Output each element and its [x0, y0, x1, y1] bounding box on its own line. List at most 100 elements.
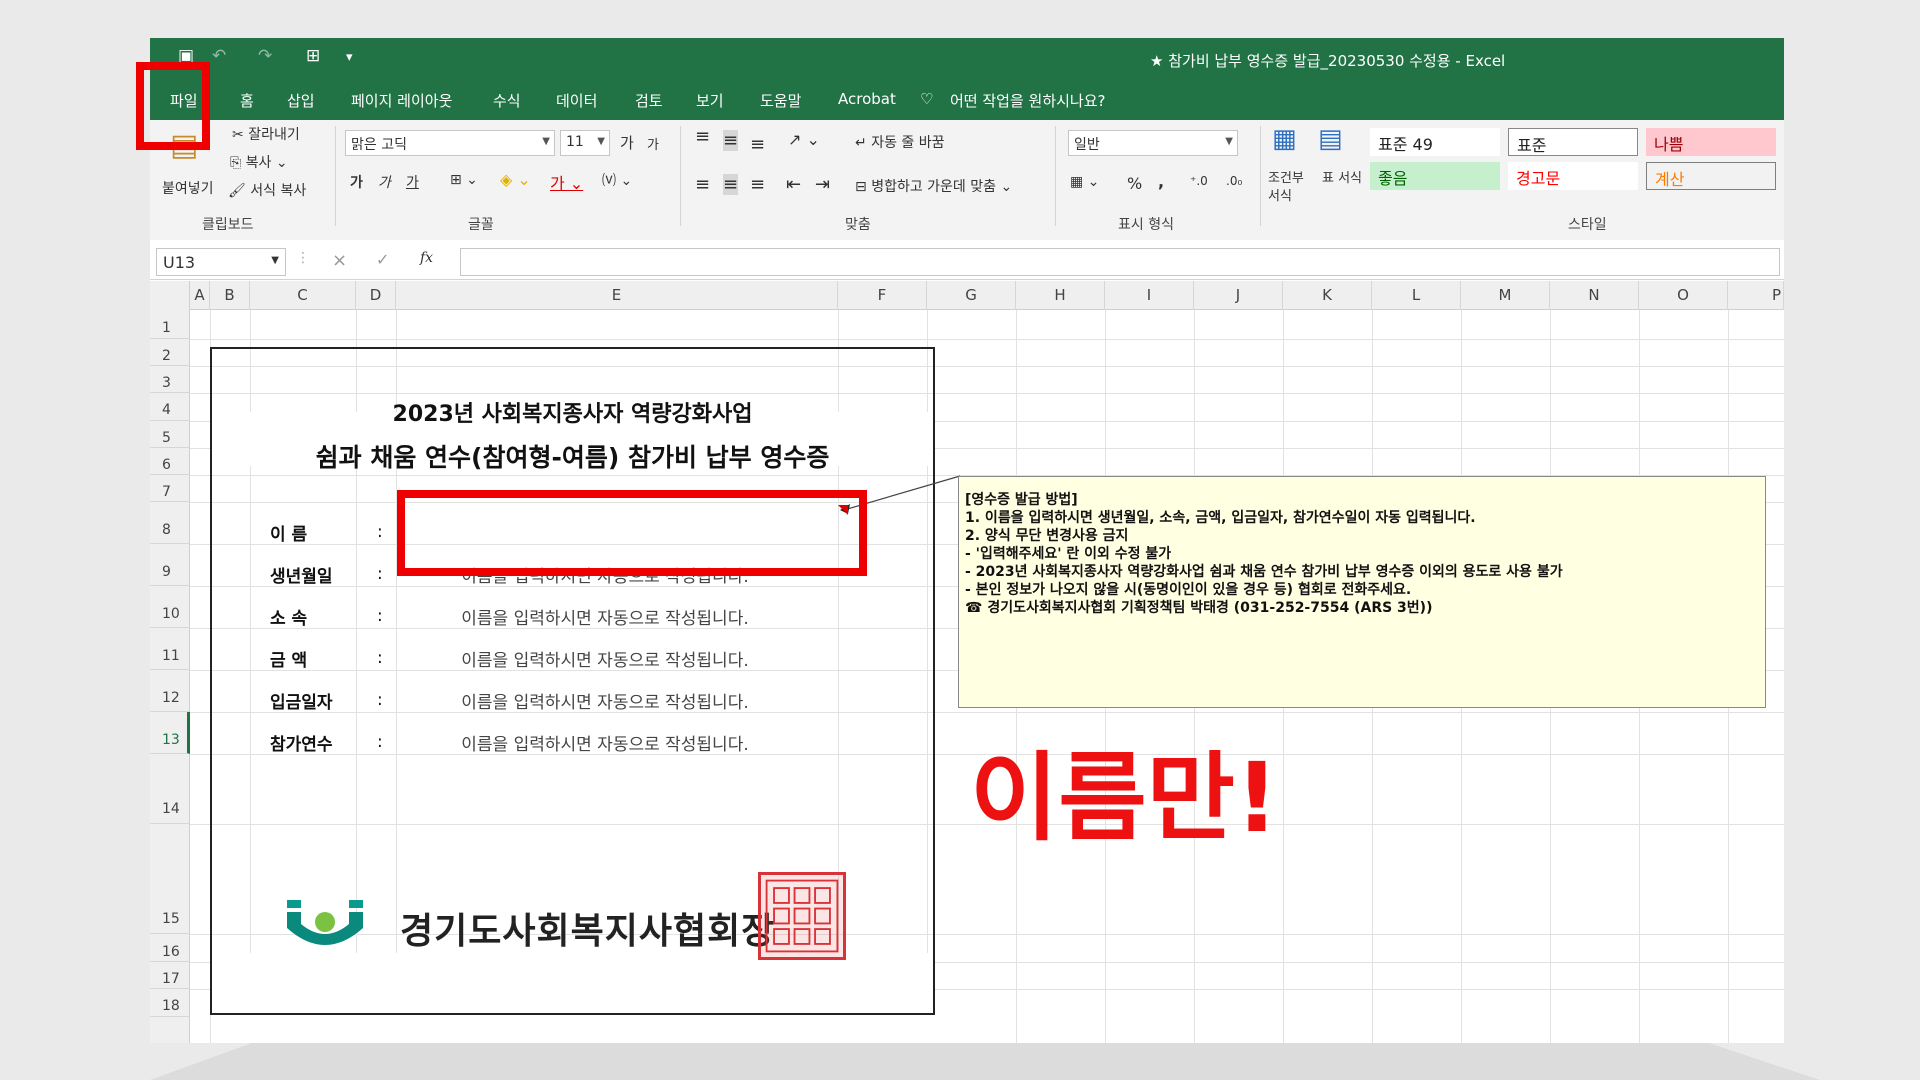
tell-me-search[interactable]: 어떤 작업을 원하시나요?: [950, 90, 1106, 111]
paste-button[interactable]: 붙여넣기: [162, 178, 214, 198]
style-bad[interactable]: 나쁨: [1646, 128, 1776, 156]
qat-customize-icon[interactable]: ▾: [346, 50, 353, 65]
increase-indent-icon[interactable]: ⇥: [815, 174, 830, 195]
cut-button[interactable]: ✂ 잘라내기: [232, 124, 300, 144]
row-header-11[interactable]: 11: [150, 628, 190, 670]
form-icon[interactable]: ⊞: [306, 46, 320, 66]
format-table-icon[interactable]: ▤: [1318, 124, 1343, 154]
separator: [1055, 126, 1056, 226]
percent-button[interactable]: %: [1127, 174, 1142, 193]
decrease-indent-icon[interactable]: ⇤: [786, 174, 801, 195]
tab-acrobat[interactable]: Acrobat: [838, 90, 896, 108]
font-color-icon[interactable]: 가 ⌄: [550, 170, 583, 194]
tab-insert[interactable]: 삽입: [287, 90, 315, 111]
tab-help[interactable]: 도움말: [760, 90, 801, 111]
row-header-1[interactable]: 1: [150, 311, 190, 339]
font-name-select[interactable]: 맑은 고딕 ▼: [345, 130, 555, 156]
bold-button[interactable]: 가: [350, 172, 363, 192]
name-box[interactable]: U13 ▼: [156, 248, 286, 276]
comma-button[interactable]: ,: [1158, 172, 1164, 191]
cut-label: 잘라내기: [248, 127, 300, 143]
column-header-b[interactable]: B: [210, 281, 250, 310]
formula-input[interactable]: [460, 248, 1780, 276]
column-header-e[interactable]: E: [396, 281, 838, 310]
tab-formulas[interactable]: 수식: [493, 90, 521, 111]
align-bottom-icon[interactable]: ≡: [750, 134, 765, 155]
increase-decimal-icon[interactable]: ⁺.0: [1190, 174, 1208, 188]
column-header-k[interactable]: K: [1283, 281, 1372, 310]
grow-font-button[interactable]: 가: [620, 132, 634, 153]
row-header-5[interactable]: 5: [150, 421, 190, 448]
row-header-12[interactable]: 12: [150, 670, 190, 712]
format-painter-button[interactable]: 🖌 서식 복사: [228, 180, 306, 200]
tab-data[interactable]: 데이터: [556, 90, 597, 111]
column-header-j[interactable]: J: [1194, 281, 1283, 310]
row-header-3[interactable]: 3: [150, 366, 190, 393]
underline-button[interactable]: 가: [406, 172, 419, 192]
cancel-button[interactable]: ×: [332, 250, 347, 271]
field-colon: :: [377, 690, 383, 710]
enter-button[interactable]: ✓: [376, 250, 389, 269]
style-normal[interactable]: 표준: [1508, 128, 1638, 156]
copy-button[interactable]: ⎘ 복사 ⌄: [230, 152, 288, 172]
row-header-18[interactable]: 18: [150, 989, 190, 1017]
row-header-7[interactable]: 7: [150, 475, 190, 502]
column-header-n[interactable]: N: [1550, 281, 1639, 310]
tab-page-layout[interactable]: 페이지 레이아웃: [351, 90, 452, 111]
row-header-14[interactable]: 14: [150, 754, 190, 824]
shrink-font-button[interactable]: 가: [647, 134, 659, 153]
column-header-p[interactable]: P: [1728, 281, 1784, 310]
style-normal-49[interactable]: 표준 49: [1370, 128, 1500, 156]
align-middle-icon[interactable]: ≡: [723, 130, 739, 151]
merge-center-button[interactable]: ⊟ 병합하고 가운데 맞춤 ⌄: [855, 176, 1012, 196]
row-header-6[interactable]: 6: [150, 448, 190, 475]
column-header-i[interactable]: I: [1105, 281, 1194, 310]
row-header-4[interactable]: 4: [150, 393, 190, 421]
tab-view[interactable]: 보기: [696, 90, 724, 111]
redo-icon[interactable]: ↷: [258, 46, 272, 66]
border-icon[interactable]: ⊞ ⌄: [450, 172, 478, 188]
row-header-8[interactable]: 8: [150, 502, 190, 544]
tab-home[interactable]: 홈: [240, 90, 254, 111]
italic-button[interactable]: 가: [378, 172, 391, 192]
column-header-l[interactable]: L: [1372, 281, 1461, 310]
undo-icon[interactable]: ↶: [212, 46, 226, 66]
field-label-amount: 금 액: [270, 651, 308, 671]
accounting-icon[interactable]: ▦ ⌄: [1070, 174, 1099, 190]
wrap-text-button[interactable]: ↵ 자동 줄 바꿈: [855, 132, 945, 152]
align-right-icon[interactable]: ≡: [750, 174, 765, 195]
row-header-16[interactable]: 16: [150, 934, 190, 962]
tab-review[interactable]: 검토: [635, 90, 663, 111]
column-header-f[interactable]: F: [838, 281, 927, 310]
column-header-c[interactable]: C: [250, 281, 356, 310]
row-header-9[interactable]: 9: [150, 544, 190, 586]
column-header-a[interactable]: A: [190, 281, 210, 310]
align-left-icon[interactable]: ≡: [695, 174, 710, 195]
column-header-m[interactable]: M: [1461, 281, 1550, 310]
style-good[interactable]: 좋음: [1370, 162, 1500, 190]
align-top-icon[interactable]: ≡: [695, 126, 710, 147]
row-header-15[interactable]: 15: [150, 824, 190, 934]
phonetic-icon[interactable]: ⒱ ⌄: [602, 170, 632, 190]
conditional-format-icon[interactable]: ▦: [1272, 124, 1297, 154]
number-format-select[interactable]: 일반 ▼: [1068, 130, 1238, 156]
row-header-13[interactable]: 13: [150, 712, 190, 754]
font-size-select[interactable]: 11 ▼: [560, 130, 610, 156]
row-header-2[interactable]: 2: [150, 339, 190, 366]
orientation-icon[interactable]: ↗ ⌄: [788, 130, 820, 149]
column-header-o[interactable]: O: [1639, 281, 1728, 310]
style-calculation[interactable]: 계산: [1646, 162, 1776, 190]
fill-color-icon[interactable]: ◈ ⌄: [500, 170, 531, 189]
align-center-icon[interactable]: ≡: [723, 174, 739, 195]
column-header-h[interactable]: H: [1016, 281, 1105, 310]
decrease-decimal-icon[interactable]: .0₀: [1226, 174, 1242, 188]
style-warning[interactable]: 경고문: [1508, 162, 1638, 190]
column-header-d[interactable]: D: [356, 281, 396, 310]
format-table-button[interactable]: 표 서식: [1322, 170, 1362, 188]
number-group-label: 표시 형식: [1118, 217, 1174, 233]
conditional-format-button[interactable]: 조건부 서식: [1268, 170, 1318, 206]
row-header-17[interactable]: 17: [150, 962, 190, 989]
column-header-g[interactable]: G: [927, 281, 1016, 310]
insert-function-button[interactable]: fx: [420, 250, 433, 266]
row-header-10[interactable]: 10: [150, 586, 190, 628]
